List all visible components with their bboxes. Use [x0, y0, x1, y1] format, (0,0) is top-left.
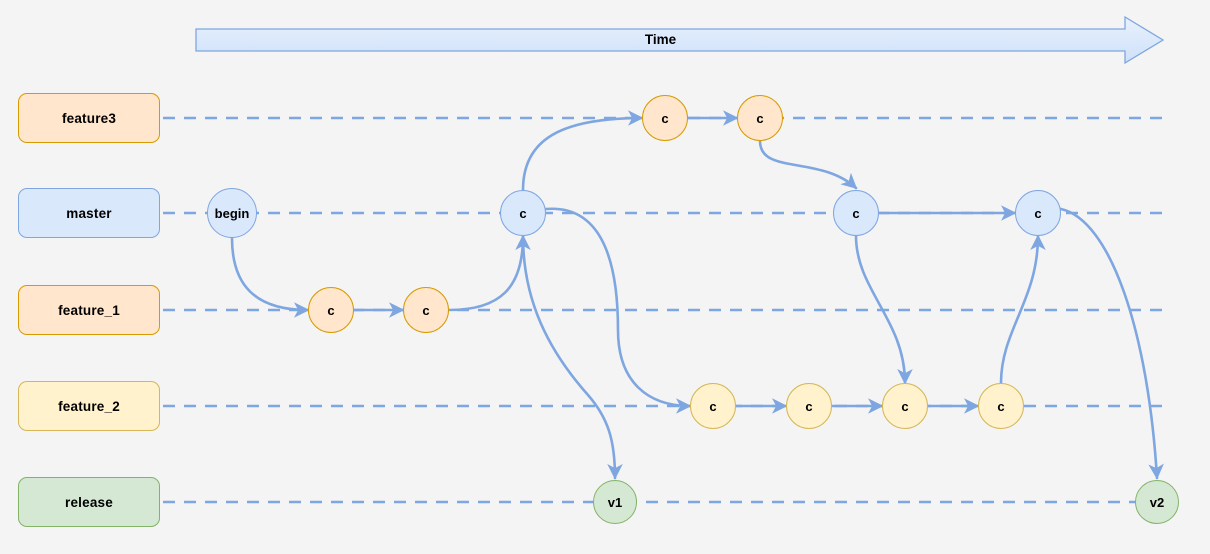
edge-e-f3b-m2 — [758, 139, 858, 190]
time-axis-label: Time — [644, 32, 677, 47]
edge-e-m1-v1 — [521, 234, 623, 480]
commit-node-label: c — [661, 110, 669, 126]
commit-node-label: c — [997, 398, 1005, 414]
commit-node-f3a[interactable]: c — [642, 95, 688, 141]
commit-node-f2d[interactable]: c — [978, 383, 1024, 429]
commit-node-v1[interactable]: v1 — [593, 480, 637, 524]
lane-label-text: feature_1 — [58, 302, 120, 318]
edge-e-m3-v2 — [1059, 207, 1164, 480]
lane-label-text: feature_2 — [58, 398, 120, 414]
commit-node-label: c — [422, 302, 430, 318]
edge-e-f1b-m1 — [447, 234, 531, 312]
edge-e-m1-f3a — [521, 110, 644, 192]
commit-node-f2b[interactable]: c — [786, 383, 832, 429]
lane-label-text: master — [66, 205, 112, 221]
commit-node-label: c — [327, 302, 335, 318]
commit-node-m0[interactable]: begin — [207, 188, 257, 238]
lane-label-master[interactable]: master — [18, 188, 160, 238]
commit-node-label: c — [852, 205, 860, 221]
commit-node-label: c — [901, 398, 909, 414]
commit-node-m2[interactable]: c — [833, 190, 879, 236]
commit-node-label: c — [805, 398, 813, 414]
lane-label-feature3[interactable]: feature3 — [18, 93, 160, 143]
lane-label-text: release — [65, 494, 113, 510]
commit-node-label: v2 — [1149, 494, 1165, 510]
commit-node-label: c — [1034, 205, 1042, 221]
commit-node-m1[interactable]: c — [500, 190, 546, 236]
edge-e-m1-f2a — [544, 207, 692, 414]
commit-node-label: c — [756, 110, 764, 126]
commit-node-label: c — [709, 398, 717, 414]
commit-node-f2c[interactable]: c — [882, 383, 928, 429]
commit-node-f1b[interactable]: c — [403, 287, 449, 333]
lane-label-release[interactable]: release — [18, 477, 160, 527]
commit-node-v2[interactable]: v2 — [1135, 480, 1179, 524]
commit-node-m3[interactable]: c — [1015, 190, 1061, 236]
commit-node-label: begin — [214, 205, 250, 221]
lane-label-feature_1[interactable]: feature_1 — [18, 285, 160, 335]
commit-edges — [230, 110, 1164, 480]
commit-node-label: v1 — [607, 494, 623, 510]
edge-e-begin-f1a — [230, 236, 310, 318]
lane-label-feature_2[interactable]: feature_2 — [18, 381, 160, 431]
commit-node-label: c — [519, 205, 527, 221]
lane-label-text: feature3 — [61, 110, 117, 126]
commit-node-f3b[interactable]: c — [737, 95, 783, 141]
commit-node-f2a[interactable]: c — [690, 383, 736, 429]
git-branching-diagram: Time feature3 master feature_1 feature_2rel… — [0, 0, 1210, 554]
commit-node-f1a[interactable]: c — [308, 287, 354, 333]
diagram-vector-layer — [163, 15, 1165, 504]
